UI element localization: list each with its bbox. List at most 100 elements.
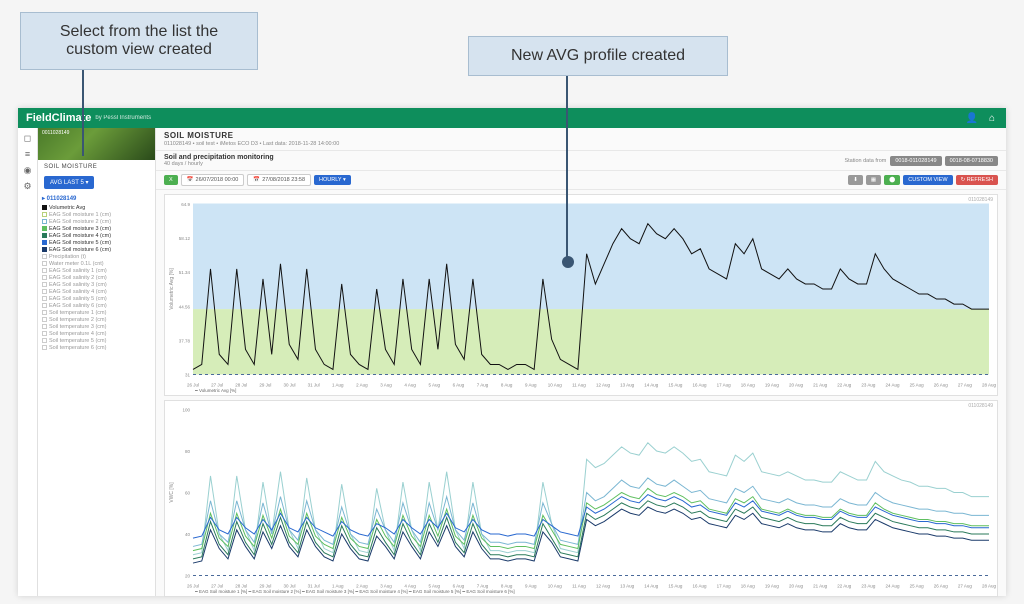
svg-text:16 Aug: 16 Aug [693, 584, 708, 589]
tree-item[interactable]: EAG Soil salinity 4 (cm) [42, 288, 151, 295]
tree-item-label: Soil temperature 6 (cm) [49, 345, 106, 351]
tree-item-label: EAG Soil salinity 4 (cm) [49, 289, 107, 295]
svg-text:9 Aug: 9 Aug [525, 584, 537, 589]
tree-item[interactable]: EAG Soil moisture 6 (cm) [42, 246, 151, 253]
date-from[interactable]: 📅26/07/2018 00:00 [181, 174, 245, 186]
chart-avg-svg: 3137.7844.5651.3458.1264.926 Jul27 Jul28… [165, 195, 997, 395]
tree-item[interactable]: Soil temperature 3 (cm) [42, 323, 151, 330]
tree-item-swatch [42, 233, 47, 238]
tree-item[interactable]: Precipitation (t) [42, 253, 151, 260]
tree-item[interactable]: EAG Soil salinity 1 (cm) [42, 267, 151, 274]
tree-station-header[interactable]: ▸ 011028149 [42, 195, 151, 202]
svg-text:19 Aug: 19 Aug [765, 383, 780, 388]
icon-rail: ◻ ≡ ◉ ⚙ [18, 128, 38, 596]
hero-station-id: 0011028149 [42, 130, 151, 136]
page-subtitle: 011028149 • soil test • iMetos ECO D3 • … [164, 141, 998, 147]
chart-id-1: 011028149 [968, 197, 993, 203]
sidepanel-title: SOIL MOISTURE [38, 160, 155, 174]
tree-item[interactable]: EAG Soil salinity 5 (cm) [42, 295, 151, 302]
rail-dashboard-icon[interactable]: ◻ [22, 132, 34, 144]
tree-item[interactable]: EAG Soil moisture 2 (cm) [42, 218, 151, 225]
main: SOIL MOISTURE 011028149 • soil test • iM… [156, 128, 1006, 596]
svg-text:26 Aug: 26 Aug [934, 383, 949, 388]
svg-text:4 Aug: 4 Aug [404, 584, 416, 589]
tree-item-swatch [42, 219, 47, 224]
rail-list-icon[interactable]: ≡ [22, 148, 34, 160]
tree-item[interactable]: Volumetric Avg [42, 204, 151, 211]
tree-item[interactable]: EAG Soil salinity 6 (cm) [42, 302, 151, 309]
date-to[interactable]: 📅27/08/2018 23:58 [247, 174, 311, 186]
svg-text:28 Aug: 28 Aug [982, 383, 997, 388]
calendar-icon: 📅 [253, 177, 260, 183]
svg-text:20 Aug: 20 Aug [789, 383, 804, 388]
rail-map-icon[interactable]: ◉ [22, 164, 34, 176]
svg-text:13 Aug: 13 Aug [620, 584, 635, 589]
export-button[interactable]: X [164, 175, 178, 185]
refresh-button[interactable]: ↻ REFRESH [956, 175, 998, 185]
custom-view-button[interactable]: CUSTOM VIEW [903, 175, 952, 185]
callout-right: New AVG profile created [468, 36, 728, 76]
tree-item-label: Soil temperature 1 (cm) [49, 310, 106, 316]
svg-text:12 Aug: 12 Aug [596, 584, 611, 589]
chart-multi-svg: 2040608010026 Jul27 Jul28 Jul29 Jul30 Ju… [165, 401, 997, 596]
station-badge-1[interactable]: 0018-011028149 [890, 156, 941, 166]
tree-item-swatch [42, 268, 47, 273]
tree-item[interactable]: Soil temperature 4 (cm) [42, 330, 151, 337]
user-icon[interactable]: 👤 [966, 112, 978, 124]
svg-text:18 Aug: 18 Aug [741, 383, 756, 388]
tree-item[interactable]: Soil temperature 2 (cm) [42, 316, 151, 323]
svg-text:7 Aug: 7 Aug [477, 383, 489, 388]
home-icon[interactable]: ⌂ [986, 112, 998, 124]
svg-text:23 Aug: 23 Aug [861, 584, 876, 589]
logo: FieldClimate by Pessl Instruments [26, 112, 151, 124]
calendar-icon: 📅 [187, 177, 194, 183]
tree-item-swatch [42, 282, 47, 287]
tree-item-swatch [42, 331, 47, 336]
tree-item[interactable]: EAG Soil moisture 5 (cm) [42, 239, 151, 246]
tree-item[interactable]: EAG Soil moisture 4 (cm) [42, 232, 151, 239]
app-window: FieldClimate by Pessl Instruments 👤 ⌂ ◻ … [18, 108, 1006, 596]
svg-text:20 Aug: 20 Aug [789, 584, 804, 589]
download-button[interactable]: ⬇ [848, 175, 863, 185]
body: ◻ ≡ ◉ ⚙ 0011028149 SOIL MOISTURE AVG LAS… [18, 128, 1006, 596]
tree-item[interactable]: EAG Soil salinity 3 (cm) [42, 281, 151, 288]
chart-avg-legend: ━ Volumetric Avg [%] [195, 388, 987, 394]
tree-item-label: Soil temperature 5 (cm) [49, 338, 106, 344]
tree-item[interactable]: EAG Soil moisture 1 (cm) [42, 211, 151, 218]
hourly-button[interactable]: HOURLY ▾ [314, 175, 351, 185]
avg-profile-marker [562, 256, 574, 268]
tree-item-swatch [42, 226, 47, 231]
svg-text:10 Aug: 10 Aug [548, 383, 563, 388]
tree-item-label: EAG Soil salinity 5 (cm) [49, 296, 107, 302]
tree-item-label: EAG Soil salinity 3 (cm) [49, 282, 107, 288]
tree-item-label: EAG Soil salinity 6 (cm) [49, 303, 107, 309]
tree-item[interactable]: Soil temperature 1 (cm) [42, 309, 151, 316]
svg-text:19 Aug: 19 Aug [765, 584, 780, 589]
tree-item[interactable]: Water meter 0.1L (cnt) [42, 260, 151, 267]
tree-item[interactable]: Soil temperature 5 (cm) [42, 337, 151, 344]
svg-text:27 Jul: 27 Jul [211, 383, 223, 388]
tree-item[interactable]: EAG Soil salinity 2 (cm) [42, 274, 151, 281]
page-title: SOIL MOISTURE [164, 131, 998, 140]
avg-last-button[interactable]: AVG LAST 5 ▾ [44, 176, 94, 189]
svg-text:9 Aug: 9 Aug [525, 383, 537, 388]
tree-item-label: Volumetric Avg [49, 205, 85, 211]
tree-item-swatch [42, 247, 47, 252]
chart-button[interactable]: ⬤ [884, 175, 900, 185]
rail-settings-icon[interactable]: ⚙ [22, 180, 34, 192]
tree-item[interactable]: Soil temperature 6 (cm) [42, 344, 151, 351]
tree-item-label: EAG Soil salinity 1 (cm) [49, 268, 107, 274]
chart-id-2: 011028149 [968, 403, 993, 409]
table-button[interactable]: ▦ [866, 175, 881, 185]
tree-item[interactable]: EAG Soil moisture 3 (cm) [42, 225, 151, 232]
svg-text:28 Jul: 28 Jul [235, 584, 247, 589]
chart-multi: 011028149 2040608010026 Jul27 Jul28 Jul2… [164, 400, 998, 597]
tree-item-label: EAG Soil moisture 3 (cm) [49, 226, 111, 232]
svg-text:10 Aug: 10 Aug [548, 584, 563, 589]
svg-text:26 Jul: 26 Jul [187, 383, 199, 388]
station-badge-2[interactable]: 0018-08-0718830 [945, 156, 998, 166]
svg-text:21 Aug: 21 Aug [813, 584, 828, 589]
toolbar: X 📅26/07/2018 00:00 📅27/08/2018 23:58 HO… [156, 171, 1006, 190]
tree-item-swatch [42, 338, 47, 343]
svg-text:29 Jul: 29 Jul [259, 584, 271, 589]
